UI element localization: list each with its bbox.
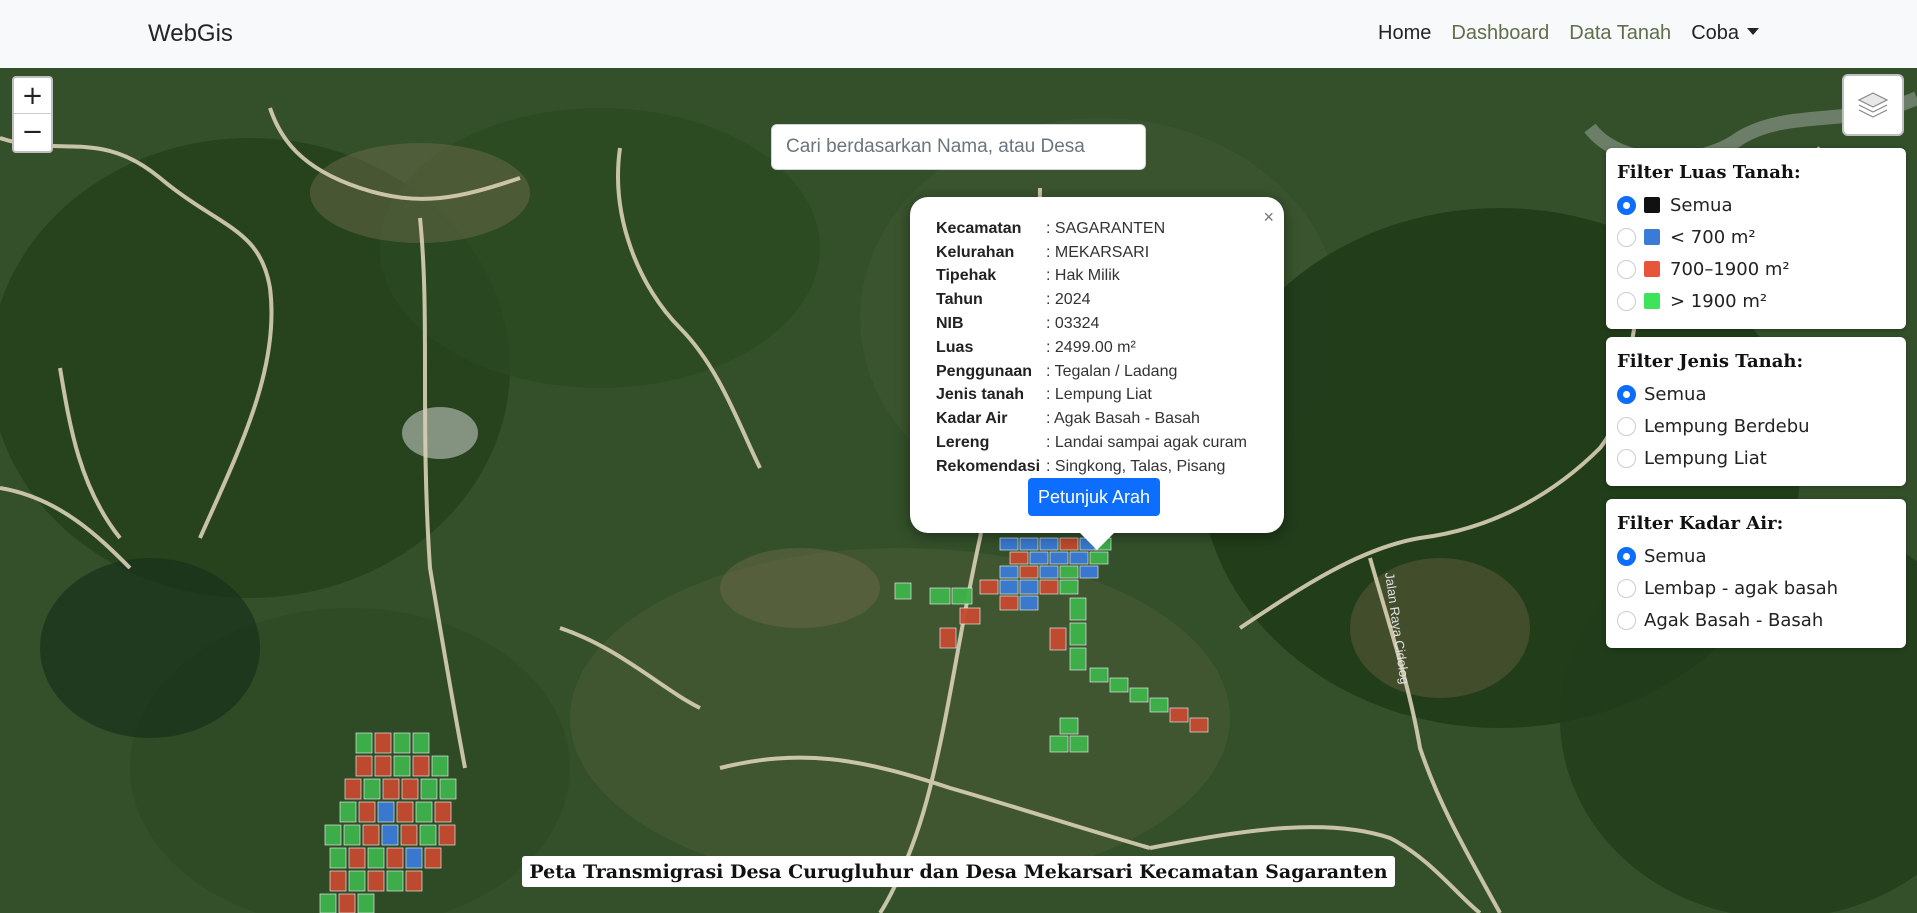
zoom-control: + −: [12, 76, 53, 153]
radio-button[interactable]: [1617, 195, 1636, 215]
info-key: Penggunaan: [936, 362, 1033, 380]
radio-button[interactable]: [1617, 416, 1636, 436]
info-key: Lereng: [936, 434, 990, 452]
filter-jenis-title: Filter Jenis Tanah:: [1617, 351, 1804, 372]
filter-luas-title: Filter Luas Tanah:: [1617, 162, 1801, 183]
brand[interactable]: WebGis: [148, 20, 233, 48]
filter-luas-option-semua[interactable]: Semua: [1617, 189, 1895, 221]
info-value: : Tegalan / Ladang: [1046, 362, 1178, 380]
radio-button[interactable]: [1617, 546, 1636, 566]
directions-button[interactable]: Petunjuk Arah: [1028, 478, 1160, 516]
info-value: : Hak Milik: [1046, 267, 1120, 285]
filter-jenis-option-liat[interactable]: Lempung Liat: [1617, 442, 1895, 474]
filter-kadar-option-lembap[interactable]: Lembap - agak basah: [1617, 572, 1895, 604]
info-value: : 03324: [1046, 315, 1100, 333]
info-value: : Lempung Liat: [1046, 386, 1152, 404]
legend-swatch-green: [1644, 293, 1660, 309]
info-key: Kelurahan: [936, 243, 1015, 261]
info-value: : SAGARANTEN: [1046, 219, 1166, 237]
info-row: Kecamatan : SAGARANTEN: [936, 217, 1247, 241]
nav-data-tanah[interactable]: Data Tanah: [1569, 22, 1671, 45]
option-label: Semua: [1644, 545, 1707, 567]
info-key: Tipehak: [936, 267, 997, 285]
filter-jenis-panel: Filter Jenis Tanah: Semua Lempung Berdeb…: [1606, 337, 1906, 486]
option-label: Lempung Berdebu: [1644, 415, 1810, 437]
search-input[interactable]: [771, 124, 1146, 170]
zoom-out-button[interactable]: −: [14, 114, 51, 150]
zoom-in-button[interactable]: +: [14, 78, 51, 114]
info-key: Kadar Air: [936, 410, 1008, 428]
radio-button[interactable]: [1617, 291, 1636, 311]
filter-kadar-option-semua[interactable]: Semua: [1617, 540, 1895, 572]
info-row: Tahun : 2024: [936, 288, 1247, 312]
parcel-info-popup: × Kecamatan : SAGARANTEN Kelurahan : MEKAR…: [910, 197, 1284, 550]
radio-button[interactable]: [1617, 259, 1636, 279]
filter-luas-panel: Filter Luas Tanah: Semua < 700 m² 700–19…: [1606, 148, 1906, 329]
radio-button[interactable]: [1617, 384, 1636, 404]
option-label: Agak Basah - Basah: [1644, 609, 1824, 631]
info-row: Kelurahan : MEKARSARI: [936, 241, 1247, 265]
info-row: Kadar Air : Agak Basah - Basah: [936, 407, 1247, 431]
option-label: Semua: [1644, 383, 1707, 405]
layer-switcher-button[interactable]: [1842, 74, 1904, 136]
info-value: : MEKARSARI: [1046, 243, 1150, 261]
info-value: : 2499.00 m²: [1046, 338, 1136, 356]
option-label: Lembap - agak basah: [1644, 577, 1839, 599]
info-key: Tahun: [936, 291, 983, 309]
option-label: < 700 m²: [1670, 226, 1756, 248]
info-value: : 2024: [1046, 291, 1091, 309]
option-label: 700–1900 m²: [1670, 258, 1790, 280]
radio-button[interactable]: [1617, 578, 1636, 598]
option-label: Semua: [1670, 194, 1733, 216]
legend-swatch-black: [1644, 197, 1660, 213]
legend-swatch-red: [1644, 261, 1660, 277]
info-key: NIB: [936, 315, 964, 333]
filter-kadar-panel: Filter Kadar Air: Semua Lembap - agak ba…: [1606, 499, 1906, 648]
nav-dashboard[interactable]: Dashboard: [1451, 22, 1549, 45]
legend-swatch-blue: [1644, 229, 1660, 245]
navbar: WebGis Home Dashboard Data Tanah Coba: [0, 0, 1917, 68]
parcel-info-table: Kecamatan : SAGARANTEN Kelurahan : MEKARSA…: [936, 217, 1247, 479]
radio-button[interactable]: [1617, 610, 1636, 630]
filter-luas-option-large[interactable]: > 1900 m²: [1617, 285, 1895, 317]
info-key: Luas: [936, 338, 974, 356]
filter-kadar-title: Filter Kadar Air:: [1617, 513, 1784, 534]
map-title: Peta Transmigrasi Desa Curugluhur dan De…: [522, 856, 1395, 887]
info-row: NIB : 03324: [936, 312, 1247, 336]
info-row: Tipehak : Hak Milik: [936, 265, 1247, 289]
filter-luas-option-small[interactable]: < 700 m²: [1617, 221, 1895, 253]
option-label: > 1900 m²: [1670, 290, 1768, 312]
info-value: : Landai sampai agak curam: [1046, 434, 1247, 452]
filter-kadar-option-basah[interactable]: Agak Basah - Basah: [1617, 604, 1895, 636]
info-row: Rekomendasi : Singkong, Talas, Pisang: [936, 455, 1247, 479]
info-row: Luas : 2499.00 m²: [936, 336, 1247, 360]
info-value: : Agak Basah - Basah: [1046, 410, 1200, 428]
info-value: : Singkong, Talas, Pisang: [1046, 457, 1226, 475]
info-key: Jenis tanah: [936, 386, 1025, 404]
info-key: Kecamatan: [936, 219, 1022, 237]
filter-jenis-option-berdebu[interactable]: Lempung Berdebu: [1617, 410, 1895, 442]
nav-coba-dropdown[interactable]: Coba: [1691, 22, 1759, 45]
nav-menu: Home Dashboard Data Tanah Coba: [1358, 22, 1759, 45]
radio-button[interactable]: [1617, 227, 1636, 247]
info-key: Rekomendasi: [936, 457, 1041, 475]
info-row: Lereng : Landai sampai agak curam: [936, 431, 1247, 455]
filter-luas-option-medium[interactable]: 700–1900 m²: [1617, 253, 1895, 285]
filter-jenis-option-semua[interactable]: Semua: [1617, 378, 1895, 410]
nav-coba-label: Coba: [1691, 22, 1739, 44]
info-row: Penggunaan : Tegalan / Ladang: [936, 360, 1247, 384]
option-label: Lempung Liat: [1644, 447, 1767, 469]
layers-icon: [1857, 92, 1889, 118]
close-icon[interactable]: ×: [1263, 207, 1274, 228]
caret-down-icon: [1747, 28, 1759, 35]
radio-button[interactable]: [1617, 448, 1636, 468]
info-row: Jenis tanah : Lempung Liat: [936, 384, 1247, 408]
nav-home[interactable]: Home: [1378, 22, 1431, 45]
